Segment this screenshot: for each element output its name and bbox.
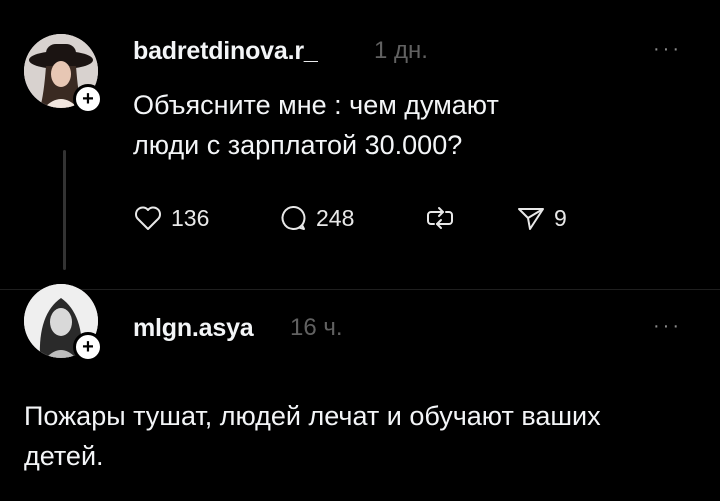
thread-line [63, 150, 66, 270]
more-options-icon[interactable]: ··· [653, 315, 682, 338]
repost-button[interactable] [425, 204, 455, 232]
comment-button[interactable]: 248 [278, 204, 354, 232]
share-count: 9 [554, 204, 567, 231]
repost-icon [425, 204, 455, 232]
like-count: 136 [171, 204, 210, 231]
post-1: + badretdinova.r_ 1 дн. ··· Объясните мн… [0, 0, 720, 290]
post-2: + mlgn.asya 16 ч. ··· Пожары тушат, люде… [0, 284, 720, 501]
post-username[interactable]: mlgn.asya [133, 314, 254, 343]
send-icon [516, 204, 546, 232]
like-button[interactable]: 136 [133, 204, 209, 232]
comment-bubble-icon [278, 204, 308, 232]
heart-icon [133, 204, 163, 232]
post-username[interactable]: badretdinova.r_ [133, 37, 318, 66]
follow-plus-icon[interactable]: + [73, 332, 103, 362]
post-text: Объясните мне : чем думают люди с зарпла… [133, 90, 499, 160]
post-time: 1 дн. [374, 37, 428, 64]
post-text: Пожары тушат, людей лечат и обучают ваши… [24, 401, 601, 471]
post-time: 16 ч. [290, 314, 343, 341]
follow-plus-icon[interactable]: + [73, 84, 103, 114]
more-options-icon[interactable]: ··· [653, 38, 682, 61]
share-button[interactable]: 9 [516, 204, 567, 232]
comment-count: 248 [316, 204, 355, 231]
